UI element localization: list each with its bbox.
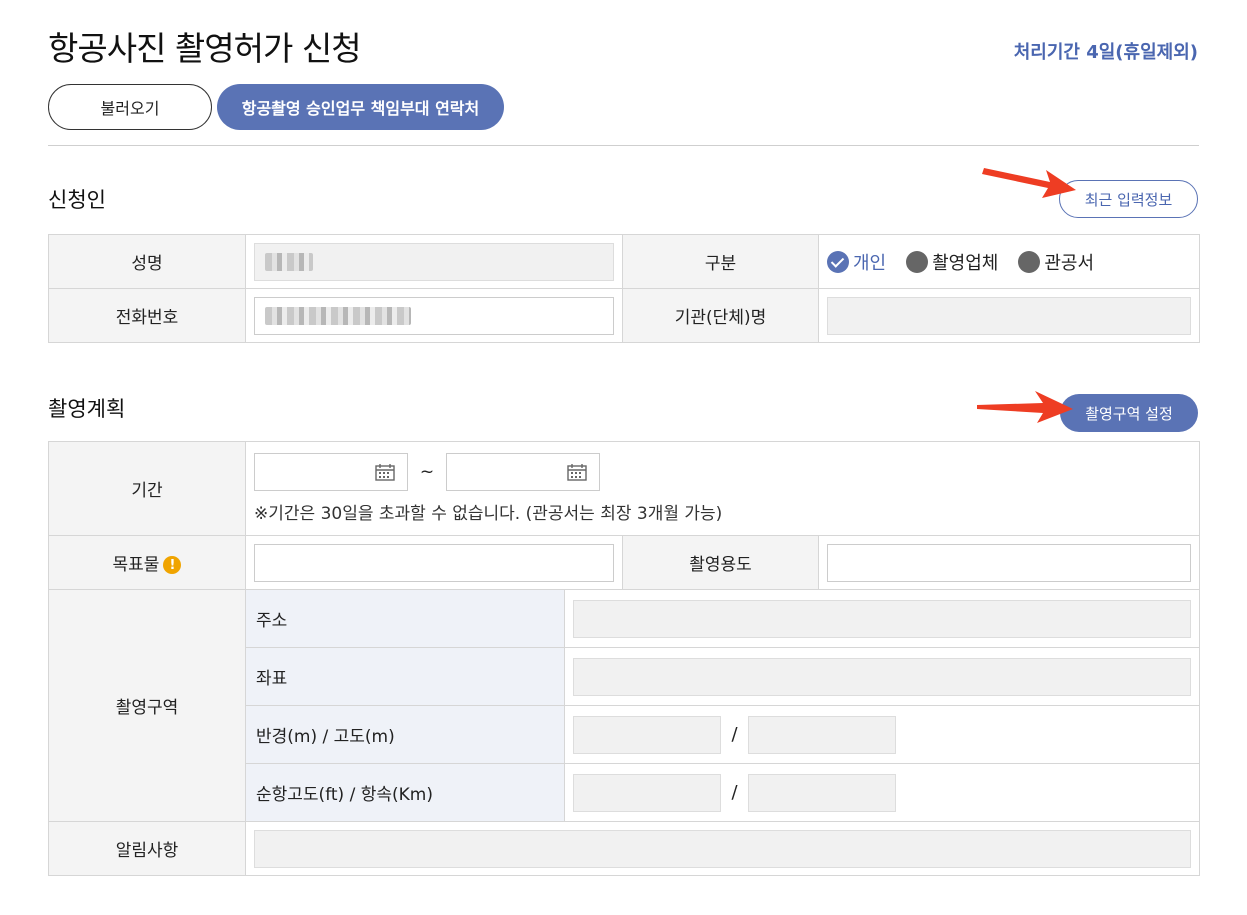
radio-individual[interactable]: 개인 bbox=[827, 249, 886, 275]
period-note: ※기간은 30일을 초과할 수 없습니다. (관공서는 최장 3개월 가능) bbox=[254, 504, 723, 524]
category-label: 구분 bbox=[622, 234, 819, 289]
name-field[interactable] bbox=[254, 242, 614, 281]
contact-unit-button[interactable]: 항공촬영 승인업무 책임부대 연락처 bbox=[217, 84, 504, 130]
plan-table: 기간 ~ ※기간은 30일을 초과할 수 없습니다. (관공서는 최장 3개월 … bbox=[48, 441, 1200, 876]
redacted-name bbox=[265, 252, 313, 271]
calendar-icon[interactable] bbox=[567, 463, 587, 481]
coords-field[interactable] bbox=[573, 657, 1191, 696]
org-name-label: 기관(단체)명 bbox=[622, 288, 819, 343]
start-date-field[interactable] bbox=[254, 453, 408, 491]
speed-field[interactable] bbox=[748, 773, 896, 812]
phone-field[interactable] bbox=[254, 296, 614, 335]
category-radio-group: 개인 촬영업체 관공서 bbox=[827, 249, 1191, 275]
set-area-button[interactable]: 촬영구역 설정 bbox=[1060, 394, 1198, 432]
period-label: 기간 bbox=[48, 441, 246, 536]
radio-government-office[interactable]: 관공서 bbox=[1018, 249, 1094, 275]
cruise-altitude-field[interactable] bbox=[573, 773, 721, 812]
coords-label: 좌표 bbox=[245, 647, 565, 706]
load-button[interactable]: 불러오기 bbox=[48, 84, 212, 130]
phone-label: 전화번호 bbox=[48, 288, 246, 343]
redacted-phone bbox=[265, 306, 411, 325]
notice-label: 알림사항 bbox=[48, 821, 246, 876]
address-label: 주소 bbox=[245, 589, 565, 648]
cruise-speed-label: 순항고도(ft) / 항속(Km) bbox=[245, 763, 565, 822]
applicant-section-title: 신청인 bbox=[48, 188, 106, 212]
name-label: 성명 bbox=[48, 234, 246, 289]
notice-field[interactable] bbox=[254, 829, 1191, 868]
target-field[interactable] bbox=[254, 543, 614, 582]
area-label: 촬영구역 bbox=[48, 589, 246, 822]
period-separator: ~ bbox=[419, 462, 435, 482]
radius-field[interactable] bbox=[573, 715, 721, 754]
divider bbox=[48, 145, 1199, 146]
page-title: 항공사진 촬영허가 신청 bbox=[48, 29, 362, 68]
purpose-label: 촬영용도 bbox=[622, 535, 819, 590]
radio-photo-company[interactable]: 촬영업체 bbox=[906, 249, 998, 275]
radio-icon bbox=[1018, 250, 1041, 273]
annotation-arrow-icon bbox=[977, 391, 1073, 423]
processing-period: 처리기간 4일(휴일제외) bbox=[1013, 42, 1198, 63]
org-name-field[interactable] bbox=[827, 296, 1191, 335]
applicant-table: 성명 구분 개인 촬영업체 관공서 전화번호 기관(단체)명 bbox=[48, 234, 1200, 343]
end-date-field[interactable] bbox=[446, 453, 600, 491]
target-label: 목표물! bbox=[48, 535, 246, 590]
address-field[interactable] bbox=[573, 599, 1191, 638]
calendar-icon[interactable] bbox=[375, 463, 395, 481]
radius-altitude-label: 반경(m) / 고도(m) bbox=[245, 705, 565, 764]
warning-icon[interactable]: ! bbox=[163, 556, 182, 574]
plan-section-title: 촬영계획 bbox=[48, 397, 126, 421]
annotation-arrow-icon bbox=[982, 168, 1076, 198]
checked-radio-icon bbox=[827, 250, 849, 273]
altitude-field[interactable] bbox=[748, 715, 896, 754]
radio-icon bbox=[906, 250, 929, 273]
purpose-field[interactable] bbox=[827, 543, 1191, 582]
